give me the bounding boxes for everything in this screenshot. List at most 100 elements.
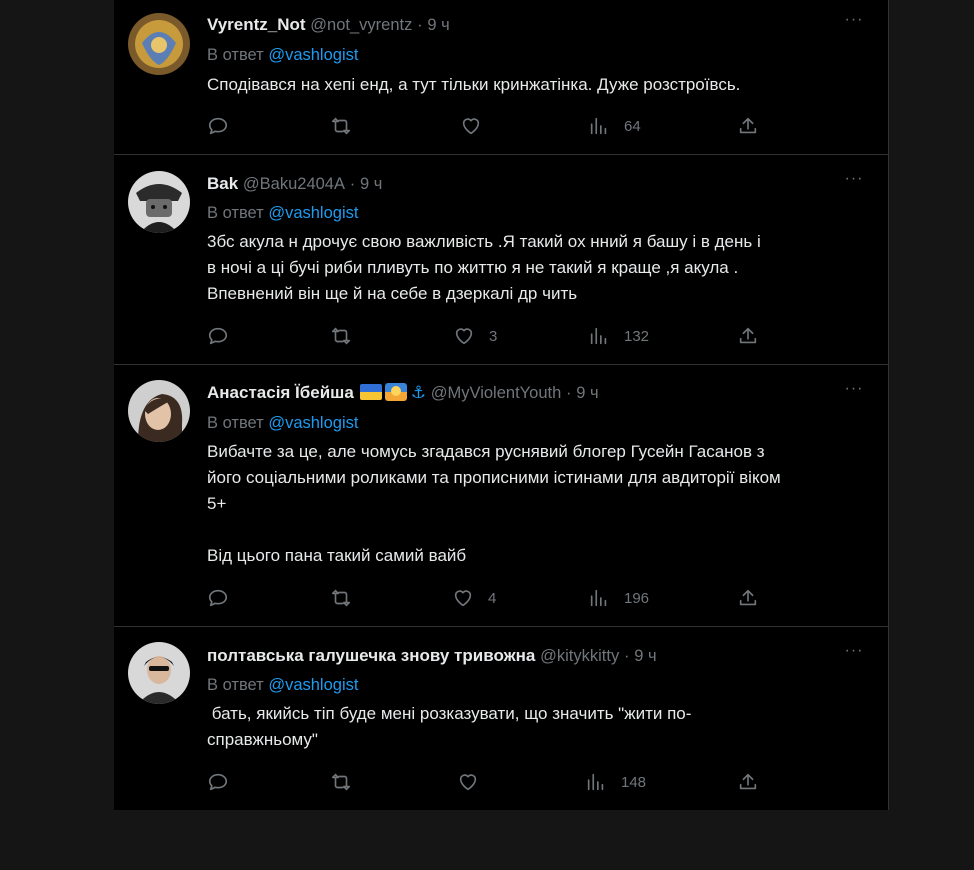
reply-context: В ответ @vashlogist bbox=[207, 414, 358, 433]
anchor-icon: ⚓ bbox=[410, 383, 427, 402]
tweet[interactable]: Анастасія Їбейша ⚓ @MyViolentYouth · 9 ч … bbox=[114, 365, 888, 627]
retweet-icon bbox=[331, 117, 351, 135]
like-button[interactable]: 3 bbox=[453, 324, 497, 348]
tweet-actions: 64 bbox=[207, 114, 867, 138]
share-icon bbox=[739, 327, 757, 344]
user-handle[interactable]: @not_vyrentz bbox=[310, 16, 412, 34]
reply-mention-link[interactable]: @vashlogist bbox=[268, 204, 358, 222]
heart-icon bbox=[454, 590, 472, 607]
share-icon bbox=[739, 117, 757, 134]
share-icon bbox=[739, 773, 757, 790]
display-name[interactable]: Bak bbox=[207, 174, 238, 193]
share-button[interactable] bbox=[737, 586, 759, 610]
like-button[interactable] bbox=[457, 770, 493, 794]
display-name[interactable]: Анастасія Їбейша bbox=[207, 383, 354, 402]
retweet-icon bbox=[331, 773, 351, 791]
display-name[interactable]: Vyrentz_Not bbox=[207, 15, 306, 34]
reply-prefix: В ответ bbox=[207, 46, 264, 64]
timestamp[interactable]: 9 ч bbox=[427, 16, 449, 34]
tweet-text: Сподівався на хепі енд, а тут тільки кри… bbox=[207, 75, 741, 94]
like-count: 3 bbox=[489, 327, 498, 345]
separator: · bbox=[417, 16, 423, 34]
views-button[interactable]: 148 bbox=[585, 770, 646, 794]
avatar[interactable] bbox=[128, 13, 190, 75]
views-count: 132 bbox=[624, 327, 650, 345]
reply-context: В ответ @vashlogist bbox=[207, 46, 358, 65]
reply-button[interactable] bbox=[207, 586, 229, 610]
views-icon bbox=[590, 117, 607, 135]
more-options-icon[interactable]: ··· bbox=[844, 381, 864, 405]
avatar[interactable] bbox=[128, 642, 190, 704]
like-button[interactable] bbox=[460, 114, 496, 138]
display-name[interactable]: полтавська галушечка знову тривожна bbox=[207, 646, 535, 665]
tweet-header: Bak @Baku2404A · 9 ч bbox=[207, 174, 848, 196]
separator: · bbox=[623, 647, 630, 665]
share-button[interactable] bbox=[737, 324, 759, 348]
timestamp[interactable]: 9 ч bbox=[634, 647, 656, 665]
views-button[interactable]: 64 bbox=[588, 114, 641, 138]
tweet-actions: 3 132 bbox=[207, 324, 867, 348]
reply-mention-link[interactable]: @vashlogist bbox=[268, 676, 358, 694]
tweet-header: полтавська галушечка знову тривожна @kit… bbox=[207, 646, 848, 668]
reply-context: В ответ @vashlogist bbox=[207, 204, 358, 223]
share-button[interactable] bbox=[737, 770, 759, 794]
views-icon bbox=[590, 327, 607, 345]
share-icon bbox=[739, 589, 757, 606]
reply-icon bbox=[208, 773, 228, 791]
user-handle[interactable]: @MyViolentYouth bbox=[431, 384, 562, 402]
tweet[interactable]: Vyrentz_Not @not_vyrentz · 9 ч ··· В отв… bbox=[114, 0, 888, 155]
reply-button[interactable] bbox=[207, 114, 229, 138]
reply-icon bbox=[208, 117, 228, 135]
tweet[interactable]: полтавська галушечка знову тривожна @kit… bbox=[114, 627, 888, 810]
ukraine-flag-icon bbox=[359, 384, 382, 400]
reply-mention-link[interactable]: @vashlogist bbox=[268, 46, 358, 64]
avatar[interactable] bbox=[128, 171, 190, 233]
reply-prefix: В ответ bbox=[207, 414, 264, 432]
retweet-button[interactable] bbox=[330, 770, 352, 794]
views-button[interactable]: 132 bbox=[588, 324, 649, 348]
tweet-actions: 4 196 bbox=[207, 586, 867, 610]
more-options-icon[interactable]: ··· bbox=[844, 12, 864, 36]
retweet-button[interactable] bbox=[330, 586, 352, 610]
tweet-text: Вибачте за це, але чомусь згадався русня… bbox=[207, 442, 781, 565]
retweet-button[interactable] bbox=[330, 114, 352, 138]
avatar[interactable] bbox=[128, 380, 190, 442]
tweet[interactable]: Bak @Baku2404A · 9 ч ··· В ответ @vashlo… bbox=[114, 155, 888, 365]
retweet-icon bbox=[331, 589, 351, 607]
more-options-icon[interactable]: ··· bbox=[844, 171, 864, 195]
reply-icon bbox=[208, 589, 228, 607]
timestamp[interactable]: 9 ч bbox=[576, 384, 598, 402]
heart-icon bbox=[455, 328, 473, 345]
timestamp[interactable]: 9 ч bbox=[360, 175, 382, 193]
retweet-button[interactable] bbox=[330, 324, 352, 348]
tweet-text: 3бс акула н дрочує свою важливість .Я та… bbox=[207, 232, 761, 303]
views-count: 64 bbox=[624, 117, 641, 135]
views-count: 148 bbox=[621, 773, 647, 791]
user-handle[interactable]: @kitykkitty bbox=[540, 647, 619, 665]
retweet-icon bbox=[331, 327, 351, 345]
like-button[interactable]: 4 bbox=[452, 586, 496, 610]
reply-prefix: В ответ bbox=[207, 204, 264, 222]
views-count: 196 bbox=[624, 589, 650, 607]
user-handle[interactable]: @Baku2404A bbox=[243, 175, 345, 193]
views-icon bbox=[587, 773, 604, 791]
reply-feed: Vyrentz_Not @not_vyrentz · 9 ч ··· В отв… bbox=[114, 0, 889, 810]
reply-icon bbox=[208, 327, 228, 345]
separator: · bbox=[566, 384, 572, 402]
separator: · bbox=[349, 175, 356, 193]
share-button[interactable] bbox=[737, 114, 759, 138]
views-icon bbox=[590, 589, 607, 607]
more-options-icon[interactable]: ··· bbox=[844, 643, 864, 667]
reply-button[interactable] bbox=[207, 770, 229, 794]
heart-icon bbox=[462, 118, 480, 135]
tweet-text: бать, якийсь тіп буде мені розказувати, … bbox=[207, 704, 692, 749]
reply-prefix: В ответ bbox=[207, 676, 264, 694]
reply-mention-link[interactable]: @vashlogist bbox=[268, 414, 358, 432]
views-button[interactable]: 196 bbox=[588, 586, 649, 610]
tweet-actions: 148 bbox=[207, 770, 867, 794]
like-count: 4 bbox=[488, 589, 497, 607]
reply-context: В ответ @vashlogist bbox=[207, 676, 358, 695]
sunrise-icon bbox=[384, 383, 407, 401]
tweet-header: Vyrentz_Not @not_vyrentz · 9 ч bbox=[207, 15, 848, 37]
reply-button[interactable] bbox=[207, 324, 229, 348]
